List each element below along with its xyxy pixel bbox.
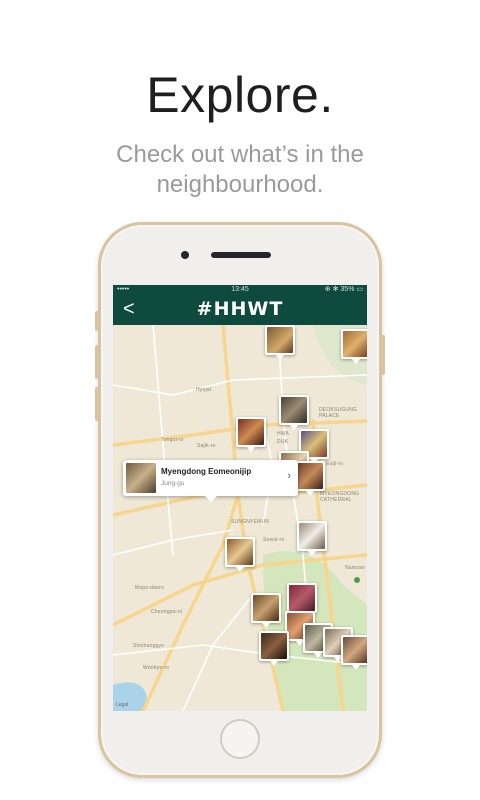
map-legal-link[interactable]: Legal — [116, 702, 128, 708]
map-label: HWA — [277, 431, 290, 437]
map-pin[interactable] — [225, 537, 255, 572]
map-pin[interactable] — [236, 417, 266, 452]
phone-power-button — [381, 335, 385, 375]
nav-bar: < #HHWT — [113, 295, 367, 325]
map-label: Sinchanggyo — [133, 643, 165, 649]
map-pin[interactable] — [279, 395, 309, 430]
map-label: Sowol-ro — [263, 537, 285, 543]
home-button[interactable] — [220, 719, 260, 759]
map-label: Namsan — [345, 565, 365, 571]
map-label: Hyojal — [196, 387, 212, 393]
place-title: Myengdong Eomeonijip — [161, 467, 252, 476]
map-pin[interactable] — [265, 325, 295, 360]
map-pin[interactable] — [287, 583, 317, 618]
map-label: MYEONGDONG CATHEDRAL — [320, 491, 360, 503]
place-thumbnail — [126, 463, 156, 493]
place-subtitle: Jung-gu — [161, 480, 185, 487]
status-battery: ⊕ ✻ 35% ▭ — [324, 286, 363, 293]
map-label: SUNGNYEMUN — [231, 519, 270, 525]
map-view[interactable]: Hyojal Tongui-ro Sajik-ro HWA DUK DEOKSU… — [113, 325, 367, 711]
subline-line-1: Check out what’s in the — [116, 141, 364, 168]
map-label: Tongui-ro — [161, 437, 184, 443]
map-pin[interactable] — [341, 635, 367, 670]
map-label: Wonhyo-ro — [143, 665, 170, 671]
subline: Check out what’s in the neighbourhood. — [0, 140, 480, 200]
map-label: DEOKSUGUNG PALACE — [319, 407, 358, 419]
map-pin[interactable] — [251, 593, 281, 628]
map-pin[interactable] — [297, 521, 327, 556]
phone-mute-switch — [95, 311, 99, 331]
map-pin[interactable] — [259, 631, 289, 666]
map-pin[interactable] — [341, 329, 367, 364]
phone-screen: ••••• 13:45 ⊕ ✻ 35% ▭ < #HHWT Hyojal Ton… — [113, 285, 367, 711]
map-label: Mapo-daero — [135, 585, 164, 591]
headline: Explore. — [146, 67, 334, 123]
speaker-grille — [211, 252, 271, 258]
chevron-right-icon[interactable]: › — [287, 470, 291, 482]
subline-line-2: neighbourhood. — [156, 171, 324, 198]
app-logo: #HHWT — [196, 298, 284, 320]
place-callout[interactable]: Myengdong Eomeonijip Jung-gu › — [123, 460, 298, 502]
map-label: Cheongpa-ro — [151, 609, 183, 615]
phone-volume-up — [95, 345, 99, 379]
map-pin[interactable] — [295, 461, 325, 496]
phone-volume-down — [95, 387, 99, 421]
phone-frame: ••••• 13:45 ⊕ ✻ 35% ▭ < #HHWT Hyojal Ton… — [95, 222, 385, 778]
map-label: DUK — [277, 439, 289, 445]
front-camera-icon — [181, 251, 189, 259]
status-bar: ••••• 13:45 ⊕ ✻ 35% ▭ — [113, 285, 367, 295]
map-label: Eulji-ro — [326, 461, 344, 467]
map-label: Sajik-ro — [197, 443, 216, 449]
